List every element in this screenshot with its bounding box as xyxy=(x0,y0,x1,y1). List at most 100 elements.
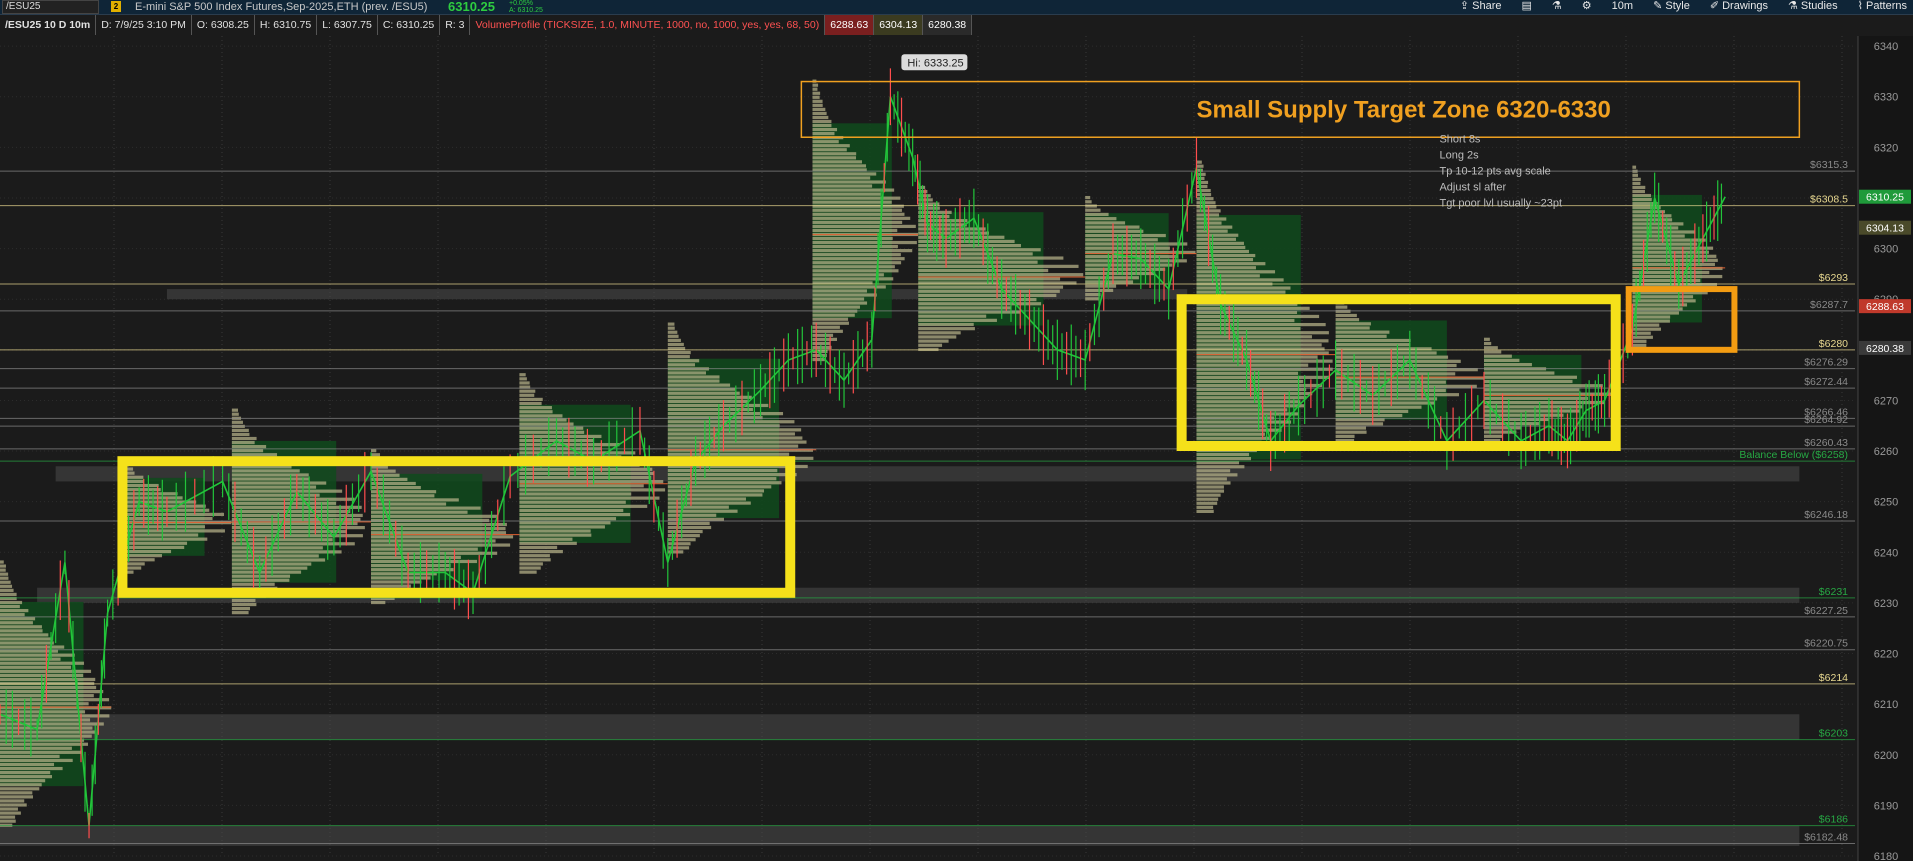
profile-bar xyxy=(812,317,849,321)
flask-icon[interactable]: ⚗ xyxy=(1552,0,1562,14)
profile-bar xyxy=(1085,284,1117,288)
profile-bar xyxy=(231,558,326,562)
profile-bar xyxy=(812,261,902,265)
profile-bar xyxy=(1196,448,1257,453)
profile-bar xyxy=(231,554,319,558)
y-tick-label: 6240 xyxy=(1874,547,1898,559)
profile-bar xyxy=(122,483,159,488)
profile-bar xyxy=(918,268,1049,273)
profile-bar xyxy=(231,473,309,477)
profile-bar xyxy=(1085,221,1126,225)
profile-bar xyxy=(122,521,232,525)
profile-bar xyxy=(812,236,893,241)
drawings-button[interactable]: ✐ Drawings xyxy=(1710,0,1768,14)
level-label: $6280 xyxy=(1819,338,1848,350)
profile-bar xyxy=(812,99,823,103)
profile-bar xyxy=(812,345,832,350)
profile-bar xyxy=(812,119,832,124)
profile-bar xyxy=(1632,234,1685,238)
profile-bar xyxy=(667,399,748,404)
profile-bar xyxy=(1484,346,1498,350)
profile-bar xyxy=(1085,242,1188,246)
hi-label-box xyxy=(901,54,968,71)
profile-bar xyxy=(667,346,686,351)
studies-button[interactable]: ⚗ Studies xyxy=(1788,0,1838,14)
profile-bar xyxy=(122,471,135,475)
profile-bar xyxy=(371,568,454,572)
profile-bar xyxy=(122,516,213,521)
profile-bar xyxy=(918,210,952,214)
style-button[interactable]: ✎ Style xyxy=(1653,0,1690,14)
annotations: Small Supply Target Zone 6320-6330 Hi: 63… xyxy=(901,54,1611,209)
profile-bar xyxy=(519,471,655,476)
profile-bar xyxy=(0,568,6,572)
last-price: 6310.25 xyxy=(448,0,495,14)
profile-bar xyxy=(1196,428,1282,432)
profile-bar xyxy=(1632,266,1723,271)
profile-bar xyxy=(812,216,911,220)
profile-bar xyxy=(1335,305,1348,309)
profile-bar xyxy=(0,787,40,791)
symbol-selector[interactable]: /ESU25 xyxy=(2,0,99,14)
profile-bar xyxy=(667,338,681,342)
chart-icon[interactable]: ▤ xyxy=(1522,0,1532,14)
price-axis[interactable]: 6180 6190 6200 6210 6220 6230 6240 6250 6260 6270… xyxy=(1857,36,1913,861)
profile-bar xyxy=(1085,233,1166,238)
profile-bar xyxy=(231,505,362,509)
share-button[interactable]: ⇪ Share xyxy=(1460,0,1502,14)
link-badge[interactable]: 2 xyxy=(111,1,121,12)
price-chart[interactable]: $6315.3 $6308.5 $6293 $6287.7 $6280 $6276.29 $… xyxy=(0,0,1913,861)
profile-bar xyxy=(918,297,1037,302)
profile-bar xyxy=(1632,278,1701,283)
profile-bar xyxy=(519,393,535,397)
profile-bar xyxy=(812,164,867,168)
profile-bar xyxy=(231,461,289,465)
value-area xyxy=(667,358,780,519)
profile-bar xyxy=(918,322,974,327)
level-label: $6182.48 xyxy=(1804,831,1848,843)
profile-bar xyxy=(1196,473,1238,477)
gear-icon[interactable]: ⚙ xyxy=(1582,0,1592,14)
profile-bar xyxy=(1196,335,1312,339)
profile-bar xyxy=(1196,339,1329,343)
profile-bar xyxy=(0,742,89,746)
profile-bar xyxy=(1632,202,1658,206)
profile-bar xyxy=(0,746,72,750)
profile-bar xyxy=(667,326,675,330)
profile-bar xyxy=(918,185,926,190)
profile-bar xyxy=(667,367,709,371)
profile-bar xyxy=(667,420,795,424)
profile-bar xyxy=(918,219,968,223)
profile-bar xyxy=(1196,408,1288,412)
patterns-button[interactable]: ⌇ Patterns xyxy=(1858,0,1907,14)
profile-bar xyxy=(667,485,772,489)
profile-bar xyxy=(0,637,54,641)
timeframe-button[interactable]: 10m xyxy=(1612,0,1633,14)
profile-bar xyxy=(1335,401,1435,405)
profile-bar xyxy=(371,527,506,531)
profile-bar xyxy=(918,335,957,339)
profile-bar xyxy=(1335,368,1478,372)
bar-close: C: 6310.25 xyxy=(378,15,441,35)
profile-bar xyxy=(1632,238,1706,242)
profile-bar xyxy=(231,477,310,481)
profile-bar xyxy=(371,510,468,514)
profile-bar xyxy=(371,506,481,510)
profile-bar xyxy=(1085,280,1134,284)
note-line: Tgt poor lvl usually ~23pt xyxy=(1439,197,1562,209)
profile-bar xyxy=(812,136,844,140)
grey-band xyxy=(55,466,1800,482)
profile-bar xyxy=(1632,173,1638,177)
profile-bar xyxy=(918,243,1021,248)
profile-bar xyxy=(1196,416,1275,420)
study-label[interactable]: VolumeProfile (TICKSIZE, 1.0, MINUTE, 10… xyxy=(470,15,826,35)
price-tag-box xyxy=(1859,220,1911,235)
profile-bar xyxy=(1484,367,1547,371)
profile-bar xyxy=(371,539,496,543)
profile-bar xyxy=(1196,440,1262,444)
profile-bar xyxy=(519,529,591,533)
profile-bar xyxy=(1335,430,1367,434)
profile-bar xyxy=(1632,210,1665,214)
price-series xyxy=(0,68,1726,839)
profile-bar xyxy=(812,180,886,184)
